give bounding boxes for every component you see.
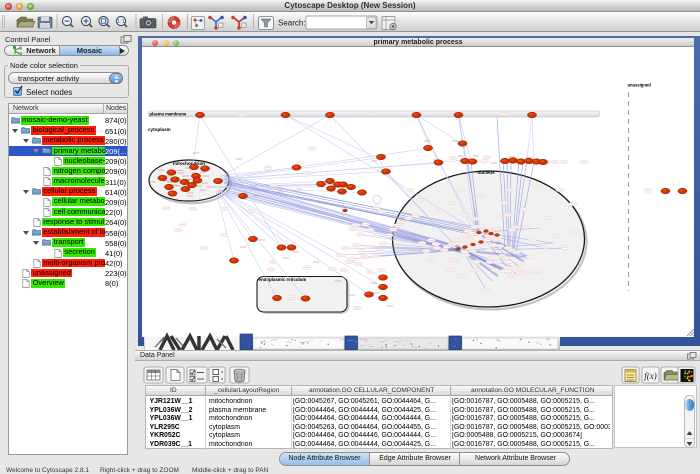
svg-text:f(x): f(x) [644, 371, 657, 381]
svg-text:cytoplasm: cytoplasm [148, 127, 171, 132]
svg-text:Search:: Search: [278, 19, 306, 28]
svg-text:plasma membrane: plasma membrane [150, 112, 187, 117]
svg-text:1:1: 1:1 [117, 19, 125, 25]
svg-text:unassigned: unassigned [628, 82, 652, 87]
svg-text:nucleus: nucleus [477, 170, 495, 175]
svg-text:mitochondrion: mitochondrion [173, 161, 205, 166]
